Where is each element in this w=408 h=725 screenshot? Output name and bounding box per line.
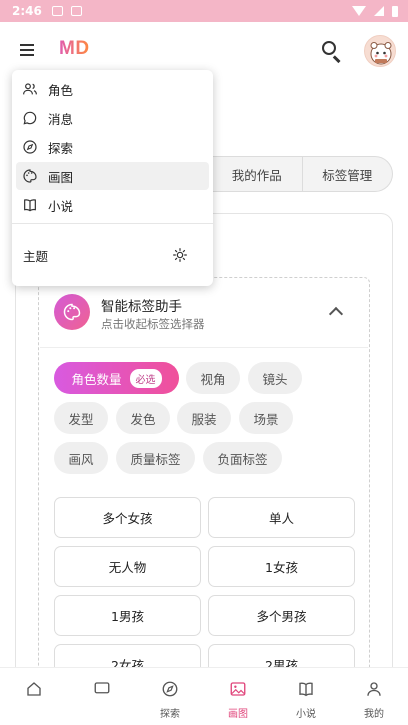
avatar[interactable] (364, 35, 396, 67)
palette-icon (54, 294, 90, 330)
nav-draw[interactable]: 画图 (204, 668, 272, 725)
menu-item-messages[interactable]: 消息 (16, 104, 209, 132)
nav-explore[interactable]: 探索 (136, 668, 204, 725)
notification-icon (51, 6, 63, 16)
helper-title: 智能标签助手 (101, 299, 182, 315)
chip-camera[interactable]: 镜头 (248, 362, 302, 394)
nav-messages[interactable] (68, 668, 136, 725)
option-no-humans[interactable]: 无人物 (54, 546, 201, 587)
option-solo[interactable]: 单人 (208, 497, 355, 538)
chip-negative-tags[interactable]: 负面标签 (203, 442, 282, 474)
status-time: 2:46 (12, 4, 42, 18)
option-1boy[interactable]: 1男孩 (54, 595, 201, 636)
bottom-nav: 探索 画图 小说 我的 (0, 667, 408, 725)
menu-icon[interactable] (20, 44, 34, 59)
chip-art-style[interactable]: 画风 (54, 442, 108, 474)
option-multiple-boys[interactable]: 多个男孩 (208, 595, 355, 636)
page-tabs: 我的作品 标签管理 (212, 156, 393, 192)
menu-item-characters[interactable]: 角色 (16, 75, 209, 103)
chip-scene[interactable]: 场景 (239, 402, 293, 434)
chat-bubble-icon (23, 111, 37, 125)
book-icon (299, 682, 313, 697)
app-logo: MD (59, 38, 90, 59)
menu-item-draw[interactable]: 画图 (16, 162, 209, 190)
option-multiple-girls[interactable]: 多个女孩 (54, 497, 201, 538)
search-icon[interactable] (320, 39, 344, 63)
nav-novel[interactable]: 小说 (272, 668, 340, 725)
helper-subtitle: 点击收起标签选择器 (101, 317, 205, 331)
nav-profile[interactable]: 我的 (340, 668, 408, 725)
nav-label: 小说 (296, 709, 316, 720)
status-bar: 2:46 (0, 0, 408, 22)
image-icon (230, 682, 246, 696)
menu-item-novel[interactable]: 小说 (16, 191, 209, 219)
wifi-icon (352, 6, 366, 16)
compass-icon (23, 140, 37, 154)
tab-my-works[interactable]: 我的作品 (212, 157, 302, 191)
book-icon (24, 199, 36, 212)
navigation-menu: 角色 消息 探索 画图 小说 主题 (12, 70, 213, 286)
divider (40, 347, 368, 348)
nav-label: 我的 (364, 709, 384, 720)
palette-icon (23, 169, 37, 183)
chip-view[interactable]: 视角 (186, 362, 240, 394)
gallery-notification-icon (70, 6, 82, 16)
signal-icon (374, 6, 384, 16)
menu-divider (12, 223, 213, 224)
person-icon (367, 682, 381, 696)
menu-item-label: 角色 (48, 82, 74, 98)
sun-icon[interactable] (172, 247, 188, 263)
option-1girl[interactable]: 1女孩 (208, 546, 355, 587)
tab-tag-management[interactable]: 标签管理 (301, 157, 393, 191)
chip-clothing[interactable]: 服装 (177, 402, 231, 434)
menu-item-label: 小说 (48, 198, 74, 214)
chip-hairstyle[interactable]: 发型 (54, 402, 108, 434)
people-icon (23, 83, 37, 95)
chip-quality-tags[interactable]: 质量标签 (116, 442, 195, 474)
chip-hair-color[interactable]: 发色 (116, 402, 170, 434)
nav-label: 画图 (228, 709, 248, 720)
message-icon (94, 682, 110, 694)
menu-item-explore[interactable]: 探索 (16, 133, 209, 161)
compass-icon (162, 681, 178, 697)
menu-item-label: 消息 (48, 111, 74, 127)
nav-home[interactable] (0, 668, 68, 725)
required-badge: 必选 (129, 368, 162, 388)
theme-label[interactable]: 主题 (23, 246, 48, 265)
nav-label: 探索 (160, 709, 180, 720)
battery-icon (392, 5, 398, 17)
menu-item-label: 画图 (48, 169, 74, 185)
home-icon (27, 682, 41, 696)
chip-label: 角色数量 (71, 371, 122, 387)
chip-character-count[interactable]: 角色数量 必选 (54, 362, 179, 394)
menu-item-label: 探索 (48, 140, 74, 156)
